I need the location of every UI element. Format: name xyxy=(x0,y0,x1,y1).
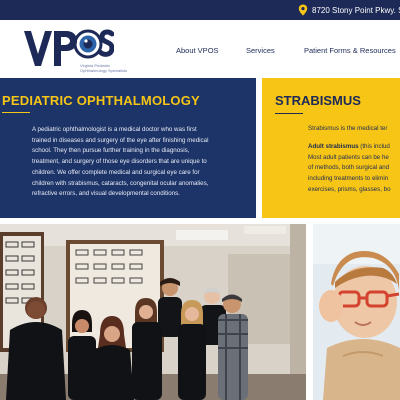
address-text: 8720 Stony Point Pkwy. Suite xyxy=(312,5,400,15)
pediatric-line: school. They then pursue further trainin… xyxy=(32,147,190,155)
child-photo-illustration xyxy=(313,224,400,400)
strabismus-line: including treatments to elimin xyxy=(308,175,389,183)
pediatric-title: PEDIATRIC OPHTHALMOLOGY xyxy=(2,93,200,108)
vpos-logo[interactable]: Virginia Pediatric Ophthalmology Special… xyxy=(24,26,127,74)
page: 8720 Stony Point Pkwy. Suite Virginia Pe… xyxy=(0,0,400,400)
nav-patient-forms[interactable]: Patient Forms & Resources xyxy=(304,46,396,55)
strabismus-title: STRABISMUS xyxy=(275,93,361,108)
address-link[interactable]: 8720 Stony Point Pkwy. Suite xyxy=(298,4,400,16)
nav-about[interactable]: About VPOS xyxy=(176,46,219,55)
pediatric-line: children. We offer complete medical and … xyxy=(32,168,200,176)
title-divider xyxy=(2,112,30,113)
adult-strabismus-heading: Adult strabismus (this includ xyxy=(308,142,391,153)
strabismus-intro: Strabismus is the medical ter xyxy=(308,125,388,132)
title-divider xyxy=(275,113,303,114)
child-glasses-photo xyxy=(313,224,400,400)
nav-services[interactable]: Services xyxy=(246,46,275,55)
pediatric-line: trained in diseases and surgery of the e… xyxy=(32,136,209,144)
pediatric-description: A pediatric ophthalmologist is a medical… xyxy=(32,125,238,200)
strabismus-line: Most adult patients can be he xyxy=(308,153,389,161)
pediatric-line: children with strabismus, cataracts, con… xyxy=(32,179,209,187)
pediatric-line: A pediatric ophthalmologist is a medical… xyxy=(32,126,197,133)
site-header: Virginia Pediatric Ophthalmology Special… xyxy=(0,20,400,78)
team-photo xyxy=(0,224,306,400)
team-photo-illustration xyxy=(0,224,306,400)
pediatric-line: treatment, and surgery of those eye diso… xyxy=(32,158,207,166)
logo-tagline-2: Ophthalmology Specialists xyxy=(80,68,128,73)
staff-middle-row xyxy=(68,298,206,400)
adult-strabismus-rest: (this includ xyxy=(358,143,390,150)
pediatric-line: refractive errors, and visual developmen… xyxy=(32,190,180,198)
adult-strabismus-text: Adult strabismus (this includ Most adult… xyxy=(308,142,391,196)
strabismus-line: exercises, prisms, glasses, bo xyxy=(308,185,391,193)
strabismus-line: of methods, both surgical and xyxy=(308,164,390,172)
adult-strabismus-label: Adult strabismus xyxy=(308,143,359,150)
top-bar: 8720 Stony Point Pkwy. Suite xyxy=(0,0,400,20)
strabismus-panel: STRABISMUS Strabismus is the medical ter… xyxy=(262,78,400,218)
map-pin-icon xyxy=(298,4,308,16)
pediatric-ophthalmology-panel: PEDIATRIC OPHTHALMOLOGY A pediatric opht… xyxy=(0,78,256,218)
